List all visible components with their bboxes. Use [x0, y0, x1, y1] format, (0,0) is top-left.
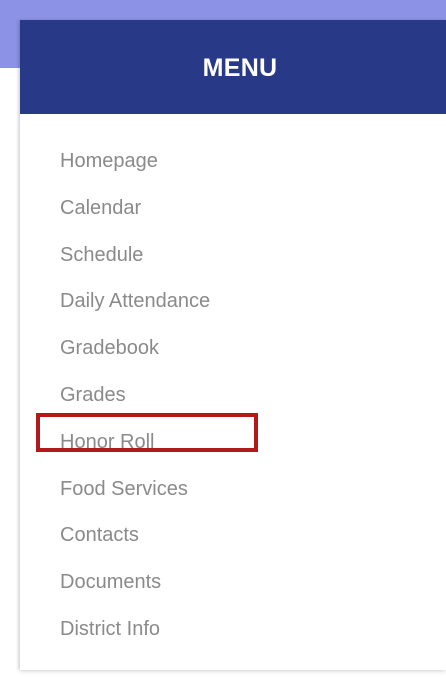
menu-item-label: District Info	[60, 617, 161, 640]
menu-panel: MENU Homepage Calendar Schedule Daily At…	[20, 20, 446, 670]
menu-item-label: Homepage	[60, 150, 158, 172]
menu-item-label: Documents	[60, 571, 162, 594]
menu-item-documents[interactable]: Documents	[20, 563, 446, 610]
menu-item-label: Schedule	[60, 243, 144, 266]
menu-item-schedule[interactable]: Schedule	[20, 236, 446, 283]
menu-item-label: Honor Roll	[60, 430, 155, 453]
menu-title: MENU	[202, 53, 278, 82]
menu-item-grades[interactable]: Grades	[20, 376, 446, 423]
menu-item-calendar[interactable]: Calendar	[20, 189, 446, 236]
menu-item-food-services[interactable]: Food Services	[20, 470, 446, 517]
menu-item-district-info[interactable]: District Info	[20, 610, 446, 657]
menu-item-label: Food Services	[60, 477, 188, 500]
menu-item-label: Contacts	[60, 524, 139, 547]
menu-item-honor-roll[interactable]: Honor Roll	[20, 423, 446, 470]
menu-item-gradebook[interactable]: Gradebook	[20, 329, 446, 376]
menu-item-label: Calendar	[60, 196, 142, 219]
menu-list: Homepage Calendar Schedule Daily Attenda…	[20, 142, 446, 657]
menu-item-homepage[interactable]: Homepage	[20, 142, 446, 189]
menu-header: MENU	[20, 20, 446, 114]
menu-item-daily-attendance[interactable]: Daily Attendance	[20, 282, 446, 329]
menu-item-contacts[interactable]: Contacts	[20, 516, 446, 563]
menu-item-label: Gradebook	[60, 337, 159, 360]
page: MENU Homepage Calendar Schedule Daily At…	[0, 0, 446, 679]
menu-item-label: Grades	[60, 383, 126, 406]
menu-item-label: Daily Attendance	[60, 290, 211, 313]
